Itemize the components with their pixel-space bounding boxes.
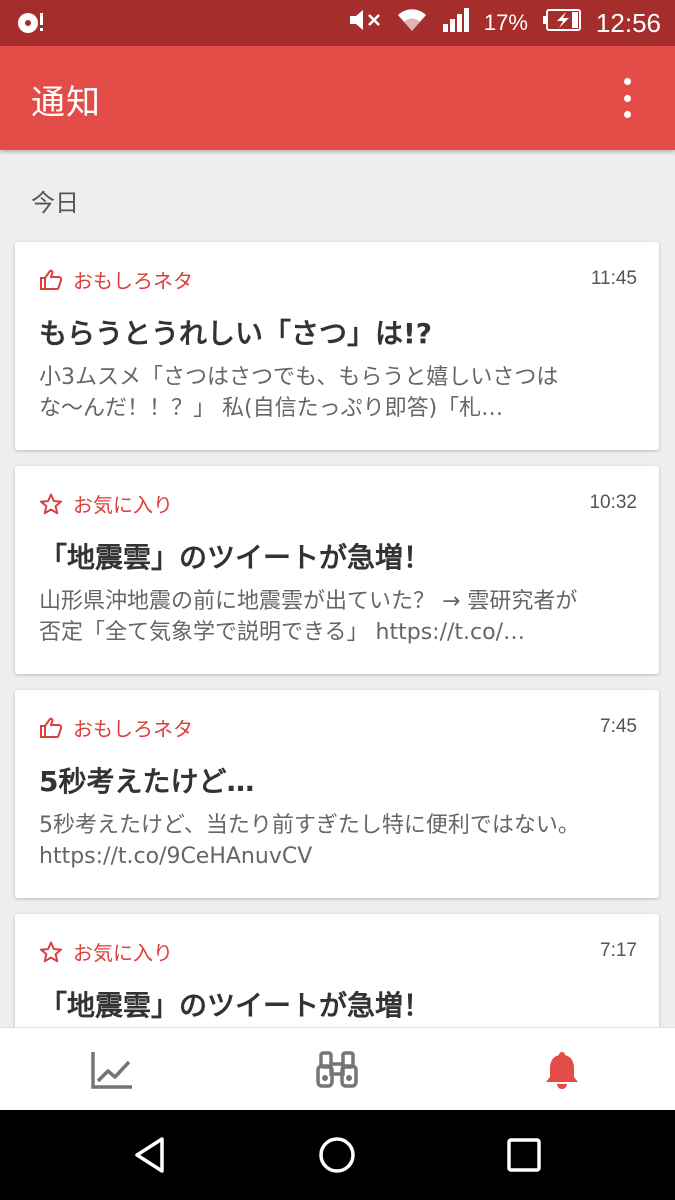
notification-headline: 「地震雲」のツイートが急増！ <box>39 541 432 574</box>
binoculars-icon <box>316 1050 358 1088</box>
home-button[interactable] <box>287 1110 387 1200</box>
star-icon <box>40 493 62 514</box>
notification-disc-icon <box>16 8 46 40</box>
status-bar: 17% 12:56 <box>0 0 675 46</box>
page-title: 通知 <box>31 83 101 123</box>
bottom-navigation <box>0 1027 675 1111</box>
bell-icon <box>546 1051 578 1089</box>
notification-time: 10:32 <box>589 492 637 513</box>
notification-headline: 「地震雲」のツイートが急増！ <box>39 989 432 1022</box>
signal-icon <box>442 7 470 39</box>
notification-category: おもしろネタ <box>39 265 193 294</box>
notification-body: 小3ムスメ「さつはさつでも、もらうと嬉しいさつはな〜んだ！！？」 私(自信たっぷ… <box>39 365 559 421</box>
thumbs-up-icon <box>40 269 63 290</box>
notification-card[interactable]: お気に入り 10:32 「地震雲」のツイートが急増！ 山形県沖地震の前に地震雲が… <box>15 466 659 674</box>
notification-body: 山形県沖地震の前に地震雲が出ていた？ → 雲研究者が否定「全て気象学で説明できる… <box>39 589 578 645</box>
thumbs-up-icon <box>40 717 63 738</box>
battery-percent: 17% <box>483 10 528 35</box>
notification-headline: 5秒考えたけど… <box>39 765 255 798</box>
trending-chart-icon <box>91 1051 132 1089</box>
category-label: おもしろネタ <box>73 269 193 293</box>
notification-category: お気に入り <box>39 489 173 518</box>
status-clock: 12:56 <box>595 7 661 38</box>
section-header-today: 今日 <box>31 189 79 217</box>
category-label: お気に入り <box>73 493 173 517</box>
notification-card[interactable]: おもしろネタ 7:45 5秒考えたけど… 5秒考えたけど、当たり前すぎたし特に便… <box>15 690 659 898</box>
battery-charging-icon <box>542 8 582 38</box>
back-button[interactable] <box>100 1110 200 1200</box>
app-bar: 通知 <box>0 46 675 150</box>
notification-time: 7:45 <box>600 716 637 737</box>
notification-time: 7:17 <box>600 940 637 961</box>
mute-icon <box>348 7 382 39</box>
home-circle-icon <box>319 1137 355 1173</box>
notification-body: 5秒考えたけど、当たり前すぎたし特に便利ではない。 https://t.co/9… <box>39 813 580 869</box>
more-options-icon[interactable] <box>617 78 637 118</box>
wifi-icon <box>396 7 428 39</box>
notification-time: 11:45 <box>590 268 637 289</box>
star-icon <box>40 941 62 962</box>
notification-headline: もらうとうれしい「さつ」は!? <box>39 317 433 350</box>
notification-category: おもしろネタ <box>39 713 193 742</box>
nav-trending-button[interactable] <box>52 1028 172 1111</box>
recents-square-icon <box>507 1138 541 1172</box>
nav-notifications-button[interactable] <box>502 1028 622 1111</box>
nav-explore-button[interactable] <box>277 1028 397 1111</box>
recents-button[interactable] <box>474 1110 574 1200</box>
category-label: おもしろネタ <box>73 717 193 741</box>
notification-card[interactable]: おもしろネタ 11:45 もらうとうれしい「さつ」は!? 小3ムスメ「さつはさつ… <box>15 242 659 450</box>
notification-category: お気に入り <box>39 937 173 966</box>
back-triangle-icon <box>135 1137 164 1173</box>
system-navigation-bar <box>0 1110 675 1200</box>
category-label: お気に入り <box>73 941 173 965</box>
